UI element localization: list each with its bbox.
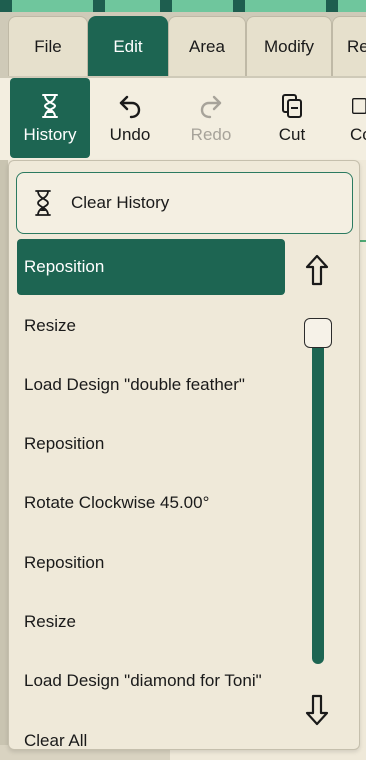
copy-icon [352, 98, 366, 114]
history-dropdown: Clear History Reposition Resize Load Des… [8, 160, 360, 750]
left-edge [0, 160, 8, 760]
history-label: History [23, 125, 77, 144]
scrollbar-track[interactable] [312, 319, 324, 664]
history-item[interactable]: Reposition [17, 416, 285, 472]
history-item[interactable]: Load Design "diamond for Toni" [17, 653, 285, 709]
strip-cap [160, 0, 172, 12]
copy-button[interactable]: Co [336, 78, 366, 158]
undo-icon [119, 95, 141, 119]
history-item[interactable]: Resize [17, 298, 285, 354]
copy-label: Co [350, 125, 366, 144]
history-item[interactable]: Load Design "double feather" [17, 357, 285, 413]
strip-cap [326, 0, 338, 12]
tab-edit[interactable]: Edit [88, 16, 168, 76]
clear-history-button[interactable]: Clear History [16, 172, 353, 234]
redo-icon [200, 95, 222, 119]
strip-cap [93, 0, 105, 12]
history-item[interactable]: Clear All [17, 713, 285, 749]
scroll-down-arrow-icon[interactable] [303, 693, 331, 727]
redo-button[interactable]: Redo [176, 78, 246, 158]
strip-cap-left [0, 0, 12, 12]
edit-ribbon: History Undo Redo Cut Co [0, 78, 366, 160]
tab-partial[interactable]: Re [332, 16, 366, 76]
tab-file[interactable]: File [8, 16, 88, 76]
history-item[interactable]: Rotate Clockwise 45.00° [17, 475, 285, 531]
strip-cap [233, 0, 245, 12]
history-item[interactable]: Reposition [17, 239, 285, 295]
scroll-up-arrow-icon[interactable] [303, 253, 331, 287]
tab-area[interactable]: Area [168, 16, 246, 76]
scrollbar-thumb[interactable] [304, 318, 332, 348]
undo-label: Undo [109, 125, 151, 144]
menu-tab-bar: File Edit Area Modify Re [0, 12, 366, 78]
history-item[interactable]: Reposition [17, 535, 285, 591]
undo-button[interactable]: Undo [95, 78, 165, 158]
cut-icon [282, 94, 302, 118]
history-button[interactable]: History [10, 78, 90, 158]
top-accent-strip [0, 0, 366, 12]
tab-modify[interactable]: Modify [246, 16, 332, 76]
history-list: Reposition Resize Load Design "double fe… [17, 239, 285, 749]
hourglass-icon [42, 94, 58, 118]
cut-label: Cut [278, 125, 306, 144]
hourglass-icon [35, 190, 51, 216]
history-item[interactable]: Resize [17, 594, 285, 650]
redo-label: Redo [190, 125, 232, 144]
clear-history-label: Clear History [71, 193, 170, 212]
cut-button[interactable]: Cut [257, 78, 327, 158]
